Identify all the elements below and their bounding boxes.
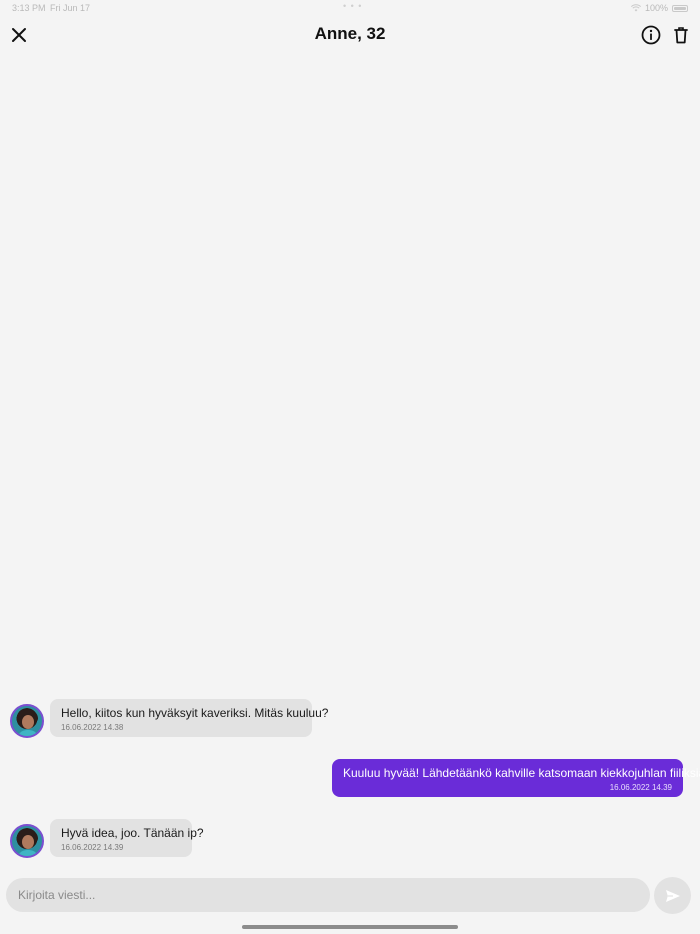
wifi-icon <box>630 4 641 12</box>
message-timestamp: 16.06.2022 14.38 <box>61 723 124 732</box>
trash-icon <box>674 27 688 44</box>
avatar[interactable] <box>10 824 44 858</box>
avatar-shirt <box>17 850 39 856</box>
status-bar: 3:13 PM Fri Jun 17 • • • 100% <box>0 0 700 16</box>
message-text: Hyvä idea, joo. Tänään ip? <box>61 826 204 840</box>
incoming-message-bubble[interactable]: Hyvä idea, joo. Tänään ip? 16.06.2022 14… <box>50 819 204 857</box>
chat-header: Anne, 32 <box>0 18 700 56</box>
send-button[interactable] <box>654 877 691 914</box>
multitasking-dots: • • • <box>343 1 363 11</box>
message-composer <box>6 878 650 912</box>
info-icon <box>641 25 661 45</box>
avatar-face <box>22 715 34 729</box>
incoming-message-bubble[interactable]: Hello, kiitos kun hyväksyit kaveriksi. M… <box>50 699 329 737</box>
avatar[interactable] <box>10 704 44 738</box>
message-text: Kuuluu hyvää! Lähdetäänkö kahville katso… <box>343 766 700 780</box>
chat-screen: 3:13 PM Fri Jun 17 • • • 100% Anne, 32 H… <box>0 0 700 934</box>
status-date: Fri Jun 17 <box>50 3 91 13</box>
message-input[interactable] <box>6 878 650 912</box>
send-icon <box>665 889 680 902</box>
battery-icon <box>672 4 688 12</box>
avatar-face <box>22 835 34 849</box>
chat-title: Anne, 32 <box>314 24 386 43</box>
home-indicator[interactable] <box>242 925 458 929</box>
delete-chat-button[interactable] <box>670 24 692 46</box>
outgoing-message-bubble[interactable]: Kuuluu hyvää! Lähdetäänkö kahville katso… <box>332 759 700 797</box>
status-right: 100% <box>630 3 688 13</box>
info-button[interactable] <box>640 24 662 46</box>
message-timestamp: 16.06.2022 14.39 <box>61 843 124 852</box>
message-timestamp: 16.06.2022 14.39 <box>609 783 672 792</box>
status-time: 3:13 PM <box>12 3 46 13</box>
message-text: Hello, kiitos kun hyväksyit kaveriksi. M… <box>61 706 329 720</box>
avatar-shirt <box>17 730 39 736</box>
battery-percent: 100% <box>644 3 668 13</box>
